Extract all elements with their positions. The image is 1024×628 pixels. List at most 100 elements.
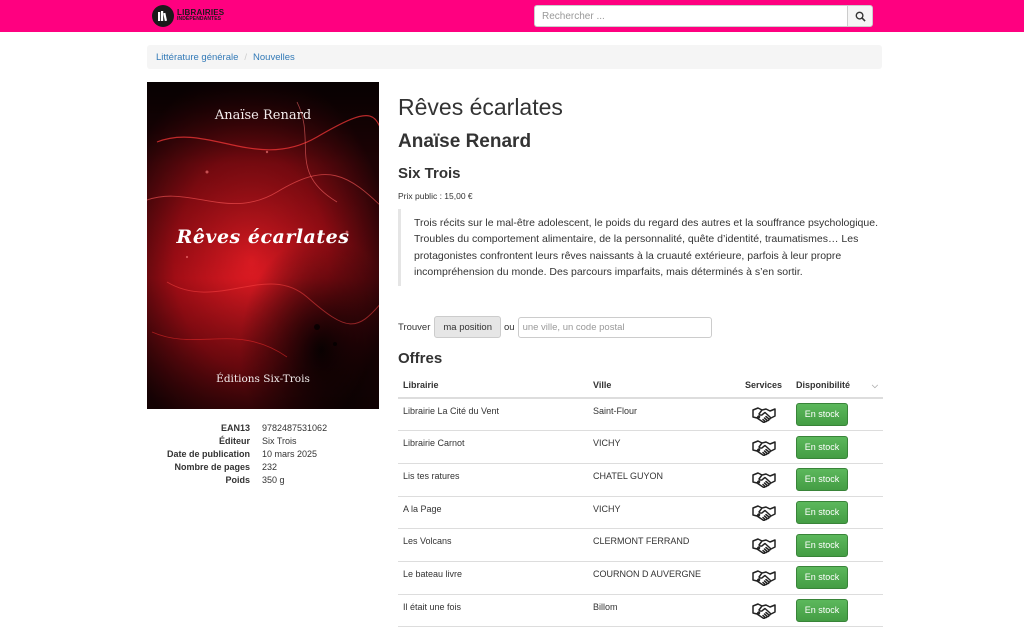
offer-city: COURNON D AUVERGNE	[588, 561, 736, 595]
book-cover: Anaïse Renard Rêves écarlates Éditions S…	[147, 82, 379, 409]
logo-line2: INDÉPENDANTES	[177, 16, 222, 22]
offers-table: Librairie Ville Services Disponibilité ⌵…	[398, 373, 883, 628]
handshake-icon	[751, 570, 776, 587]
book-icon	[152, 5, 174, 27]
meta-row-ean: EAN13 9782487531062	[147, 422, 379, 435]
offer-store: Le bateau livre	[398, 561, 588, 595]
offer-row: Librairie La Cité du Vent Saint-Flour En s…	[398, 398, 883, 432]
book-title: Rêves écarlates	[398, 94, 563, 120]
breadcrumb-separator: /	[244, 51, 248, 63]
breadcrumb-item-litterature[interactable]: Littérature générale	[156, 52, 238, 63]
offer-city: VICHY	[588, 430, 736, 464]
offer-services	[736, 463, 791, 497]
offer-city: VICHY	[588, 496, 736, 530]
offer-row: Lis tes ratures CHATEL GUYON En stock	[398, 463, 883, 497]
offer-city: Saint-Flour	[588, 398, 736, 432]
my-position-button[interactable]: ma position	[434, 316, 501, 338]
meta-row-pages: Nombre de pages 232	[147, 461, 379, 474]
book-publisher: Six Trois	[398, 165, 461, 182]
col-city[interactable]: Ville	[588, 373, 736, 399]
book-metadata: EAN13 9782487531062 Éditeur Six Trois Da…	[147, 422, 379, 487]
offer-store: Librairie La Cité du Vent	[398, 398, 588, 432]
breadcrumb: Littérature générale / Nouvelles	[147, 45, 882, 69]
in-stock-button[interactable]: En stock	[796, 598, 848, 622]
meta-label: Poids	[225, 475, 250, 485]
handshake-icon	[751, 603, 776, 619]
logo-line1: LIBRAIRIES	[177, 8, 225, 17]
meta-label: Éditeur	[218, 436, 250, 446]
offer-availability: En stock	[791, 463, 883, 497]
meta-value: 10 mars 2025	[262, 449, 318, 459]
book-author[interactable]: Anaïse Renard	[398, 131, 531, 153]
col-services: Services	[736, 373, 791, 399]
col-store[interactable]: Librairie	[398, 373, 588, 399]
offer-row: A la Page VICHY En stock	[398, 496, 883, 530]
cover-title: Rêves écarlates	[176, 226, 350, 248]
offers-heading: Offres	[398, 350, 443, 367]
site-logo[interactable]: LIBRAIRIES INDÉPENDANTES	[152, 5, 224, 27]
logo-text: LIBRAIRIES INDÉPENDANTES	[177, 9, 224, 23]
offer-services	[736, 594, 791, 628]
offer-store: Les Volcans	[398, 528, 588, 562]
in-stock-button[interactable]: En stock	[796, 403, 848, 427]
handshake-icon	[751, 407, 776, 424]
offer-city: CLERMONT FERRAND	[588, 528, 736, 562]
meta-value: Six Trois	[262, 436, 297, 446]
sort-chevron-icon[interactable]: ⌵	[872, 381, 878, 391]
meta-label: EAN13	[220, 423, 250, 433]
offer-availability: En stock	[791, 561, 883, 595]
meta-value: 9782487531062	[262, 423, 328, 433]
offer-availability: En stock	[791, 496, 883, 530]
offer-city: Billom	[588, 594, 736, 628]
offer-store: Librairie Carnot	[398, 430, 588, 464]
meta-value: 232	[262, 462, 278, 472]
in-stock-button[interactable]: En stock	[796, 533, 848, 557]
offer-city: CHATEL GUYON	[588, 463, 736, 497]
offer-services	[736, 528, 791, 562]
offers-header-row: Librairie Ville Services Disponibilité ⌵	[398, 373, 883, 399]
cover-author: Anaïse Renard	[214, 108, 312, 123]
offer-services	[736, 496, 791, 530]
offer-availability: En stock	[791, 594, 883, 628]
breadcrumb-item-nouvelles[interactable]: Nouvelles	[253, 52, 295, 63]
search-bar	[534, 5, 873, 27]
in-stock-button[interactable]: En stock	[796, 435, 848, 459]
col-availability[interactable]: Disponibilité ⌵	[791, 373, 883, 399]
search-input[interactable]	[534, 5, 847, 27]
offer-row: Librairie Carnot VICHY En stock	[398, 430, 883, 464]
in-stock-button[interactable]: En stock	[796, 566, 848, 590]
top-navbar: LIBRAIRIES INDÉPENDANTES	[0, 0, 1024, 32]
meta-label: Date de publication	[166, 449, 250, 459]
search-icon	[855, 11, 866, 22]
handshake-icon	[751, 472, 776, 489]
offer-availability: En stock	[791, 528, 883, 562]
offer-services	[736, 398, 791, 432]
find-label: Trouver	[398, 321, 431, 333]
offer-services	[736, 430, 791, 464]
meta-row-date: Date de publication 10 mars 2025	[147, 448, 379, 461]
offer-availability: En stock	[791, 430, 883, 464]
offer-services	[736, 561, 791, 595]
offer-row: Le bateau livre COURNON D AUVERGNE En stoc…	[398, 561, 883, 595]
handshake-icon	[751, 537, 776, 554]
search-button[interactable]	[847, 5, 873, 27]
find-bookstore: Trouver ma position ou	[398, 316, 712, 338]
offer-row: Les Volcans CLERMONT FERRAND En stock	[398, 528, 883, 562]
location-input[interactable]	[517, 316, 712, 338]
handshake-icon	[751, 439, 776, 456]
offer-availability: En stock	[791, 398, 883, 432]
or-label: ou	[503, 321, 515, 333]
book-description: Trois récits sur le mal-être adolescent,…	[398, 209, 884, 287]
meta-row-publisher: Éditeur Six Trois	[147, 435, 379, 448]
offer-store: Lis tes ratures	[398, 463, 588, 497]
meta-value: 350 g	[262, 475, 285, 485]
book-price: Prix public : 15,00 €	[398, 191, 473, 201]
handshake-icon	[751, 505, 776, 521]
meta-label: Nombre de pages	[174, 462, 250, 472]
cover-publisher: Éditions Six-Trois	[216, 373, 310, 385]
offer-row: Il était une fois Billom En stock	[398, 594, 883, 628]
offer-store: Il était une fois	[398, 594, 588, 628]
in-stock-button[interactable]: En stock	[796, 500, 848, 524]
in-stock-button[interactable]: En stock	[796, 468, 848, 492]
offer-store: A la Page	[398, 496, 588, 530]
